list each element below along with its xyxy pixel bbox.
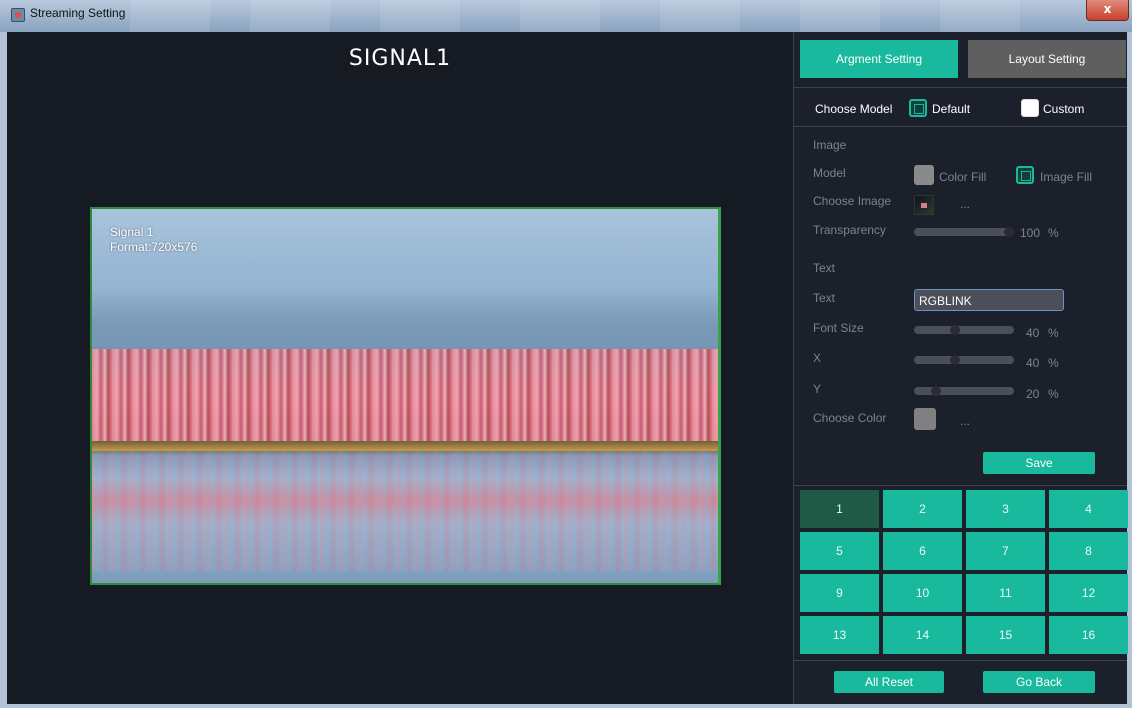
transparency-label: Transparency: [813, 223, 886, 237]
text-section-heading: Text: [813, 261, 836, 275]
browse-image-button[interactable]: ...: [960, 197, 970, 211]
signal-title: SIGNAL1: [348, 46, 452, 71]
divider: [794, 485, 1127, 486]
image-fill-radio[interactable]: [1016, 166, 1034, 184]
font-size-slider-thumb[interactable]: [950, 325, 960, 335]
grid-cell-4[interactable]: 4: [1049, 490, 1128, 528]
grid-cell-2[interactable]: 2: [883, 490, 962, 528]
transparency-slider[interactable]: [914, 227, 1014, 237]
overlay-text-input[interactable]: RGBLINK: [914, 289, 1064, 311]
layout-grid: 1 2 3 4 5 6 7 8 9 10 11 12 13 14 15 16: [800, 490, 1128, 658]
background-toolbar-ghost: [130, 0, 210, 32]
background-toolbar-ghost: [660, 0, 740, 32]
image-fill-label: Image Fill: [1040, 170, 1093, 184]
font-size-value: 40: [1026, 326, 1040, 340]
font-size-label: Font Size: [813, 321, 864, 335]
x-unit: %: [1048, 356, 1059, 370]
transparency-value: 100: [1020, 226, 1041, 240]
transparency-slider-thumb[interactable]: [1004, 227, 1014, 237]
all-reset-button[interactable]: All Reset: [834, 671, 944, 693]
water-reflection: [92, 451, 718, 571]
image-thumbnail[interactable]: [914, 195, 934, 215]
grid-cell-11[interactable]: 11: [966, 574, 1045, 612]
font-size-slider[interactable]: [914, 325, 1014, 335]
background-toolbar-ghost: [800, 0, 880, 32]
choose-model-row: Choose Model Default Custom: [794, 90, 1127, 126]
grid-cell-1[interactable]: 1: [800, 490, 879, 528]
default-model-checkbox[interactable]: [909, 99, 927, 117]
default-model-label: Default: [932, 102, 971, 116]
preview-area: SIGNAL1 Signal 1 Format:720x576: [7, 32, 794, 704]
y-slider[interactable]: [914, 386, 1014, 396]
choose-image-label: Choose Image: [813, 194, 892, 208]
overlay-format: Format:720x576: [110, 240, 198, 254]
divider: [794, 87, 1127, 88]
grid-cell-12[interactable]: 12: [1049, 574, 1128, 612]
tab-layout-setting[interactable]: Layout Setting: [968, 40, 1126, 78]
tab-argment-setting[interactable]: Argment Setting: [800, 40, 958, 78]
color-fill-radio[interactable]: [914, 165, 934, 185]
app-icon: [11, 8, 25, 22]
text-label: Text: [813, 291, 836, 305]
flamingo-flock: [92, 349, 718, 449]
grid-cell-8[interactable]: 8: [1049, 532, 1128, 570]
y-value: 20: [1026, 387, 1040, 401]
grid-cell-6[interactable]: 6: [883, 532, 962, 570]
grid-cell-3[interactable]: 3: [966, 490, 1045, 528]
title-bar: Streaming Setting x: [0, 0, 1132, 32]
background-toolbar-ghost: [250, 0, 330, 32]
divider: [794, 126, 1127, 127]
y-unit: %: [1048, 387, 1059, 401]
background-toolbar-ghost: [380, 0, 460, 32]
color-fill-label: Color Fill: [939, 170, 987, 184]
font-size-unit: %: [1048, 326, 1059, 340]
text-color-swatch[interactable]: [914, 408, 936, 430]
close-button[interactable]: x: [1086, 0, 1129, 21]
choose-model-label: Choose Model: [815, 102, 893, 116]
window-frame-left: [0, 32, 7, 708]
x-label: X: [813, 351, 822, 365]
window-frame-bottom: [0, 704, 1132, 708]
grid-cell-16[interactable]: 16: [1049, 616, 1128, 654]
grid-cell-15[interactable]: 15: [966, 616, 1045, 654]
window-title: Streaming Setting: [30, 6, 126, 20]
background-toolbar-ghost: [940, 0, 1020, 32]
browse-color-button[interactable]: ...: [960, 414, 970, 428]
go-back-button[interactable]: Go Back: [983, 671, 1095, 693]
grid-cell-9[interactable]: 9: [800, 574, 879, 612]
overlay-signal-name: Signal 1: [110, 225, 154, 239]
model-label: Model: [813, 166, 846, 180]
background-toolbar-ghost: [520, 0, 600, 32]
settings-panel: Argment Setting Layout Setting Choose Mo…: [794, 32, 1128, 704]
x-slider-thumb[interactable]: [950, 355, 960, 365]
grid-cell-13[interactable]: 13: [800, 616, 879, 654]
grid-cell-10[interactable]: 10: [883, 574, 962, 612]
x-value: 40: [1026, 356, 1040, 370]
x-slider[interactable]: [914, 355, 1014, 365]
custom-model-checkbox[interactable]: [1021, 99, 1039, 117]
grid-cell-14[interactable]: 14: [883, 616, 962, 654]
shoreline: [92, 441, 718, 451]
save-button[interactable]: Save: [983, 452, 1095, 474]
y-label: Y: [813, 382, 822, 396]
grid-cell-7[interactable]: 7: [966, 532, 1045, 570]
custom-model-label: Custom: [1043, 102, 1085, 116]
choose-color-label: Choose Color: [813, 411, 887, 425]
grid-cell-5[interactable]: 5: [800, 532, 879, 570]
transparency-unit: %: [1048, 226, 1059, 240]
image-section-heading: Image: [813, 138, 847, 152]
signal-preview-image: Signal 1 Format:720x576: [90, 207, 721, 585]
divider: [794, 660, 1127, 661]
y-slider-thumb[interactable]: [931, 386, 941, 396]
